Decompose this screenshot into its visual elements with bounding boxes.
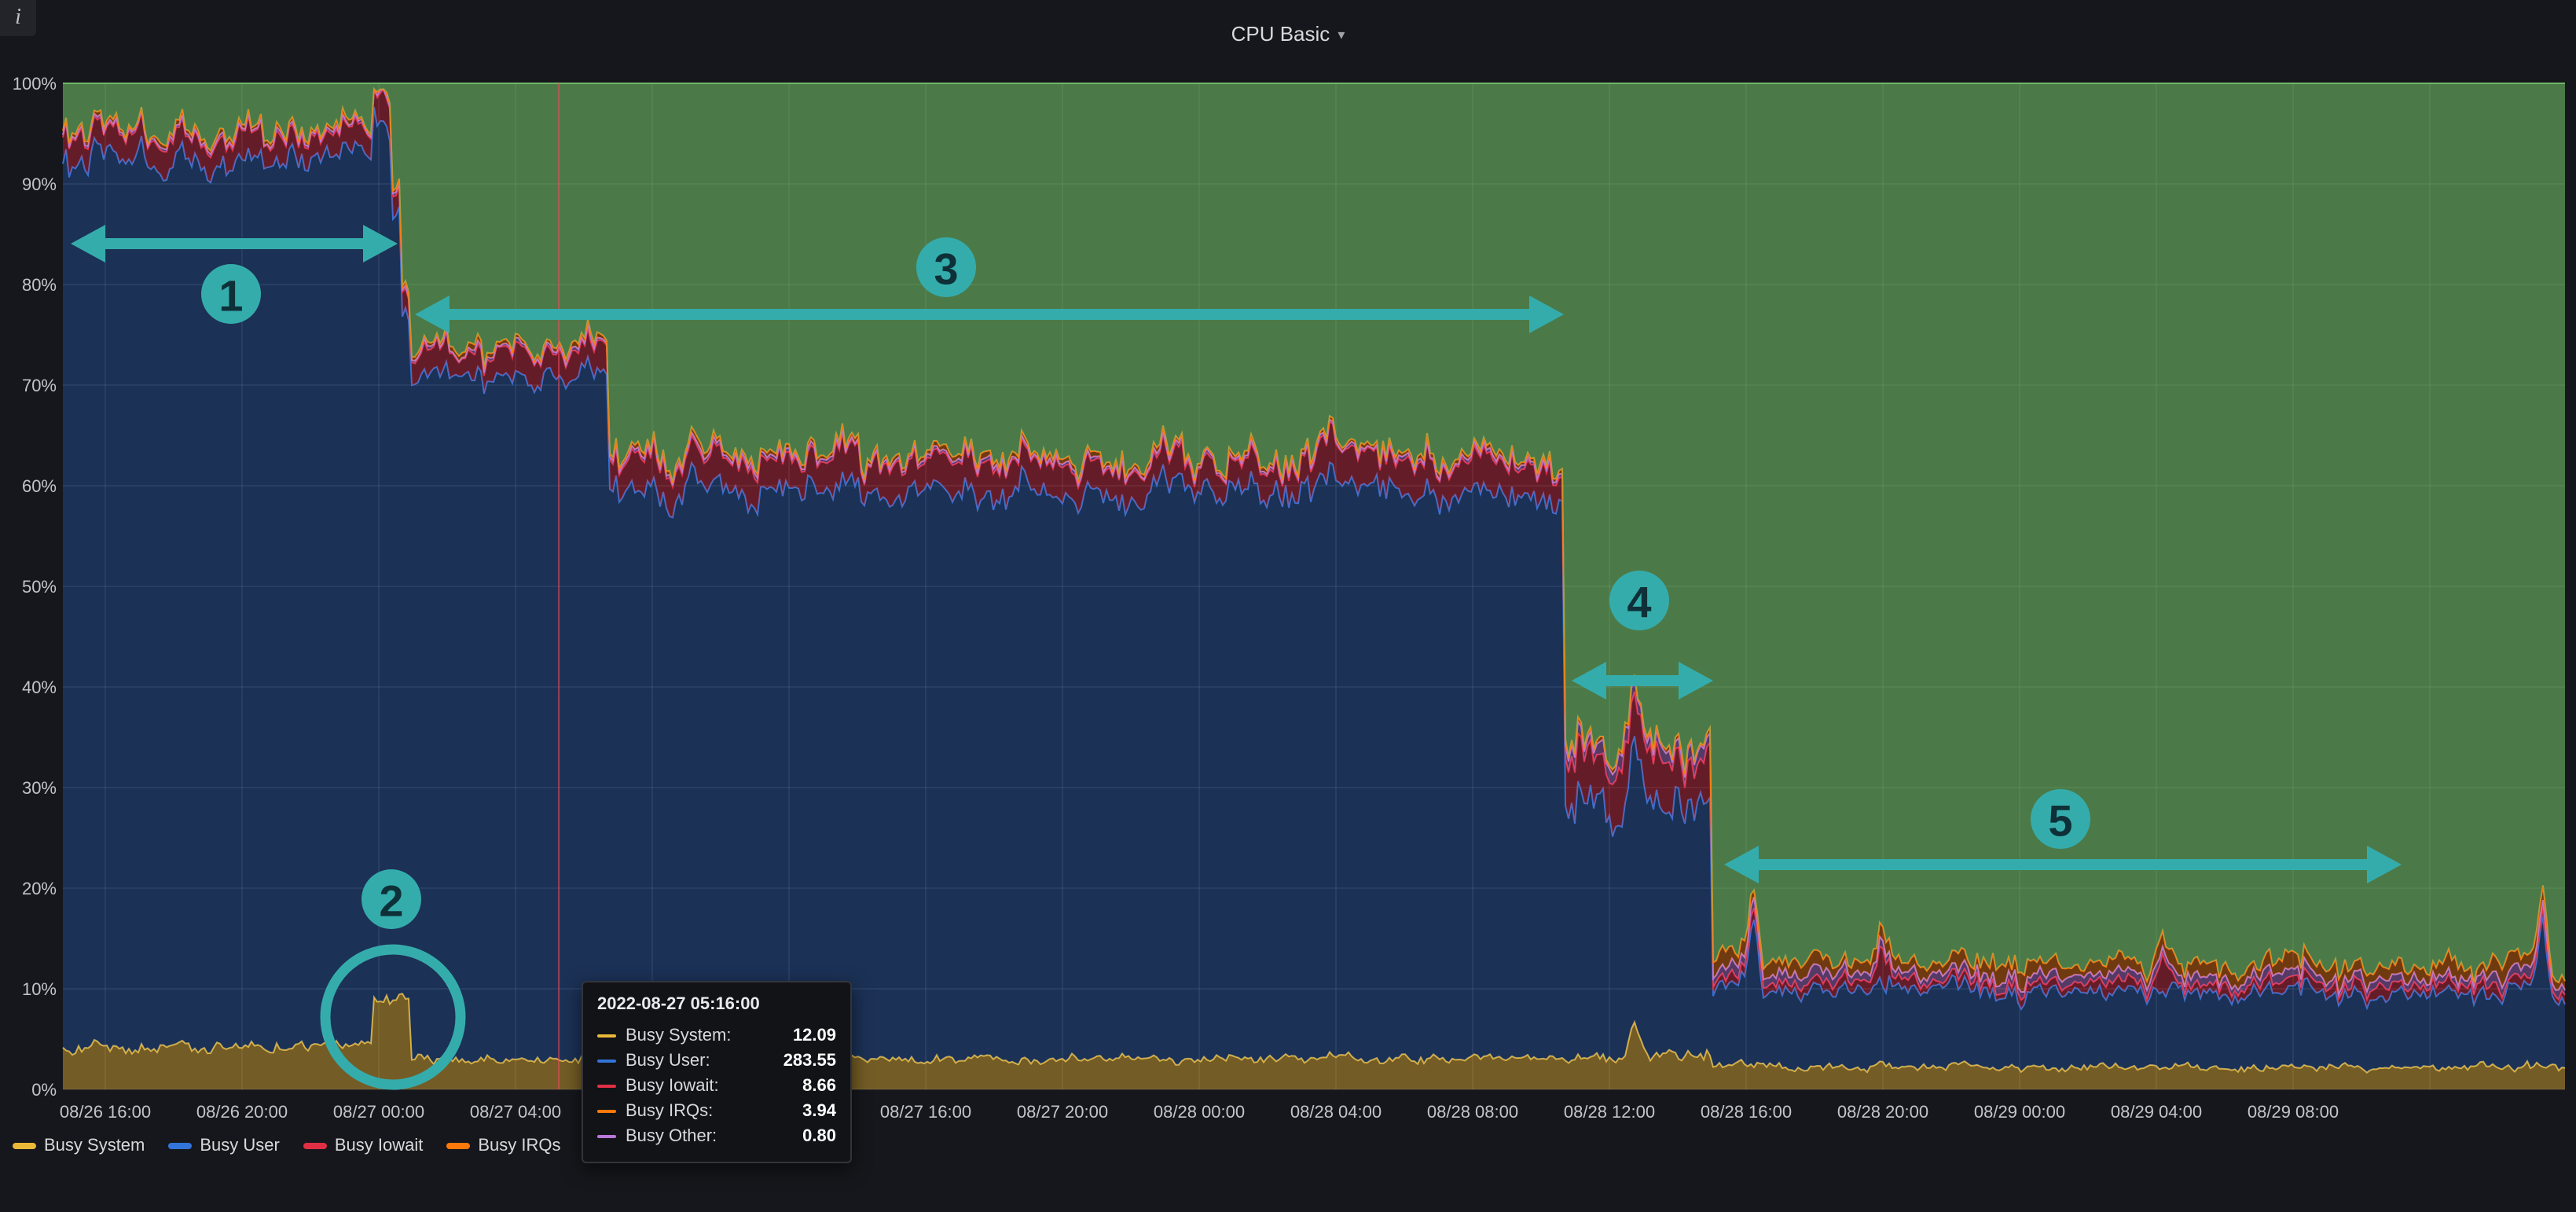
tooltip-series-value: 0.80 [802, 1127, 836, 1146]
legend-label: Busy User [200, 1137, 280, 1155]
tooltip-series-label: Busy Iowait: [626, 1077, 802, 1096]
y-axis-label: 0% [31, 1080, 57, 1100]
series-color-dash-icon [597, 1110, 616, 1113]
series-color-dash-icon [597, 1135, 616, 1138]
tooltip-series-label: Busy System: [626, 1027, 793, 1045]
x-axis-label: 08/28 00:00 [1154, 1102, 1245, 1122]
legend-label: Busy System [44, 1137, 145, 1155]
legend-label: Busy IRQs [478, 1137, 560, 1155]
x-axis-label: 08/28 16:00 [1701, 1102, 1792, 1122]
grafana-cpu-panel: i CPU Basic ▾ 0% 10% 20% 30% 40% 50% 60% 70% 80%… [0, 0, 2576, 1212]
tooltip-row-busy-irqs: Busy IRQs:3.94 [597, 1099, 836, 1124]
legend-color-dash-icon [13, 1143, 36, 1149]
annotation-number: 2 [379, 876, 403, 926]
series-color-dash-icon [597, 1085, 616, 1088]
tooltip-row-busy-system: Busy System:12.09 [597, 1023, 836, 1049]
tooltip-series-value: 283.55 [783, 1052, 836, 1071]
panel-header: CPU Basic ▾ [0, 0, 2576, 66]
tooltip-series-value: 12.09 [793, 1027, 836, 1045]
tooltip-series-label: Busy IRQs: [626, 1102, 802, 1121]
y-axis-label: 10% [22, 979, 57, 999]
series-color-dash-icon [597, 1034, 616, 1038]
info-icon-glyph: i [15, 6, 21, 31]
panel-info-icon[interactable]: i [0, 0, 36, 36]
x-axis-label: 08/28 12:00 [1564, 1102, 1655, 1122]
tooltip-timestamp: 2022-08-27 05:16:00 [597, 995, 836, 1014]
chart-tooltip: 2022-08-27 05:16:00 Busy System:12.09Bus… [582, 981, 852, 1163]
y-axis-label: 50% [22, 577, 57, 597]
chart-legend: Busy System Busy User Busy Iowait Busy IRQs [13, 1137, 561, 1155]
x-axis-label: 08/27 04:00 [470, 1102, 561, 1122]
annotation-number: 3 [934, 244, 958, 294]
legend-item-busy-system[interactable]: Busy System [13, 1137, 145, 1155]
tooltip-row-busy-iowait: Busy Iowait:8.66 [597, 1074, 836, 1099]
y-axis-label: 30% [22, 778, 57, 798]
tooltip-series-value: 3.94 [802, 1102, 836, 1121]
x-axis-label: 08/29 08:00 [2248, 1102, 2339, 1122]
chevron-down-icon: ▾ [1338, 23, 1345, 43]
y-axis-label: 20% [22, 879, 57, 898]
annotation-number: 5 [2048, 796, 2072, 846]
x-axis-label: 08/29 04:00 [2111, 1102, 2202, 1122]
annotation-number: 1 [218, 271, 243, 321]
legend-color-dash-icon [168, 1143, 192, 1149]
x-axis-label: 08/27 20:00 [1017, 1102, 1108, 1122]
series-color-dash-icon [597, 1060, 616, 1063]
x-axis-label: 08/27 16:00 [880, 1102, 971, 1122]
panel-title: CPU Basic [1231, 21, 1330, 45]
y-axis-label: 60% [22, 476, 57, 496]
y-axis-label: 40% [22, 678, 57, 697]
x-axis-label: 08/26 20:00 [196, 1102, 288, 1122]
tooltip-series-label: Busy User: [626, 1052, 783, 1071]
legend-item-busy-iowait[interactable]: Busy Iowait [303, 1137, 424, 1155]
y-axis-label: 80% [22, 275, 57, 295]
x-axis-label: 08/28 04:00 [1290, 1102, 1382, 1122]
x-axis-label: 08/29 00:00 [1974, 1102, 2065, 1122]
x-axis-label: 08/27 00:00 [333, 1102, 424, 1122]
panel-title-menu[interactable]: CPU Basic ▾ [1231, 21, 1345, 45]
tooltip-series-value: 8.66 [802, 1077, 836, 1096]
x-axis-label: 08/28 20:00 [1837, 1102, 1928, 1122]
tooltip-row-busy-user: Busy User:283.55 [597, 1049, 836, 1074]
x-axis-label: 08/28 08:00 [1427, 1102, 1518, 1122]
legend-item-busy-irqs[interactable]: Busy IRQs [446, 1137, 560, 1155]
annotation-number: 4 [1627, 578, 1651, 627]
chart-plot-area[interactable]: 0% 10% 20% 30% 40% 50% 60% 70% 80% 90% 100% 08/26 1… [0, 0, 2576, 1212]
y-axis-label: 70% [22, 376, 57, 395]
legend-color-dash-icon [446, 1143, 470, 1149]
legend-color-dash-icon [303, 1143, 327, 1149]
tooltip-series-label: Busy Other: [626, 1127, 802, 1146]
legend-label: Busy Iowait [335, 1137, 424, 1155]
x-axis-label: 08/26 16:00 [60, 1102, 151, 1122]
legend-item-busy-user[interactable]: Busy User [168, 1137, 280, 1155]
y-axis-label: 100% [13, 74, 57, 94]
y-axis-label: 90% [22, 174, 57, 194]
tooltip-row-busy-other: Busy Other:0.80 [597, 1124, 836, 1149]
tooltip-rows: Busy System:12.09Busy User:283.55Busy Io… [597, 1023, 836, 1149]
